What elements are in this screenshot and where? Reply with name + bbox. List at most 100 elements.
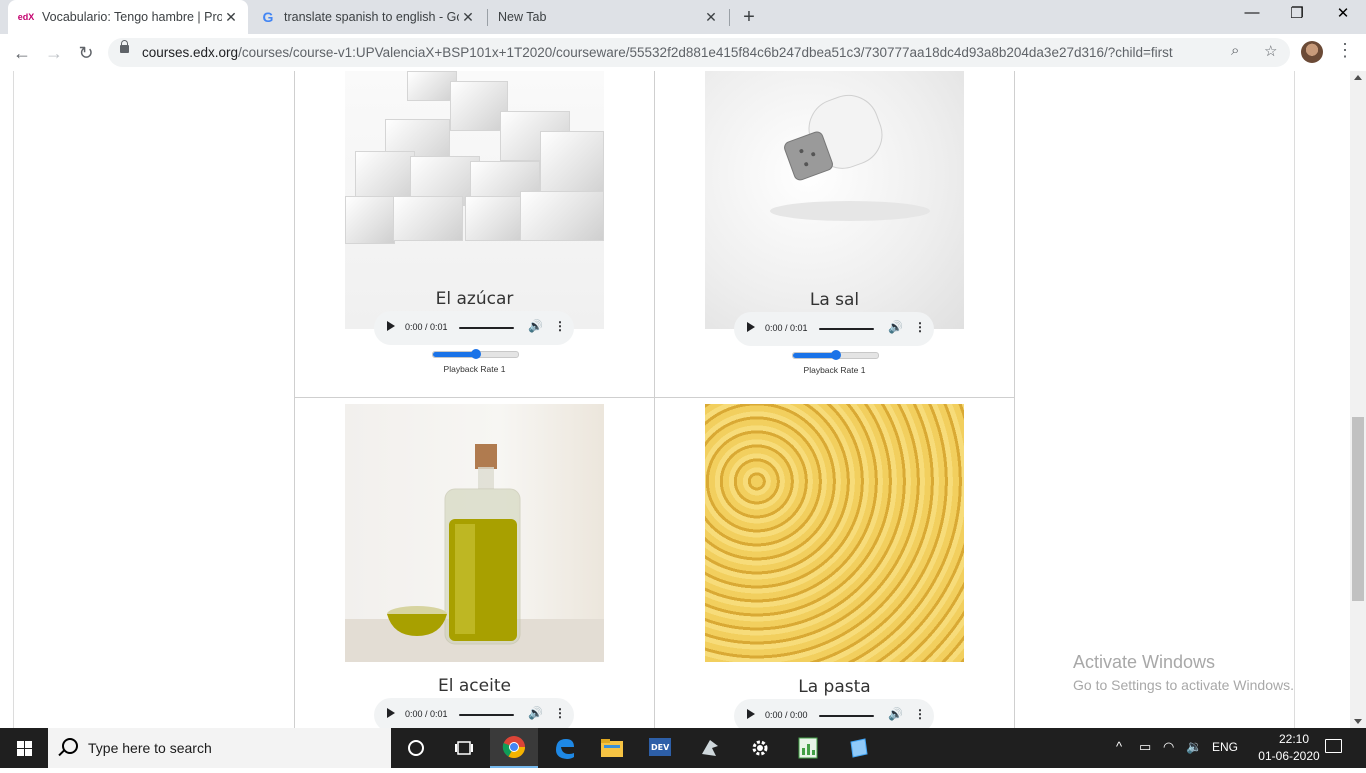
devcpp-icon[interactable]: DEV bbox=[636, 728, 684, 768]
vocab-card-oil: El aceite 0:00 / 0:01 🔊 ⋮ bbox=[295, 398, 654, 728]
zoom-icon[interactable]: ⌕ bbox=[1231, 42, 1239, 59]
close-icon[interactable]: ✕ bbox=[222, 9, 240, 26]
svg-text:DEV: DEV bbox=[651, 743, 670, 752]
app-icon[interactable] bbox=[686, 728, 734, 768]
chrome-icon[interactable] bbox=[490, 728, 538, 768]
close-icon[interactable]: ✕ bbox=[459, 9, 477, 26]
tab-strip: edX Vocabulario: Tengo hambre | Pro ✕ G … bbox=[0, 0, 1366, 34]
play-icon[interactable] bbox=[747, 709, 755, 719]
vocabulary-grid: El azúcar 0:00 / 0:01 🔊 ⋮ Playback Rate … bbox=[294, 71, 1015, 728]
pasta-image bbox=[705, 404, 964, 662]
more-options-icon[interactable]: ⋮ bbox=[914, 707, 926, 721]
volume-icon[interactable]: 🔉 bbox=[1186, 739, 1202, 755]
address-bar[interactable]: courses.edx.org/courses/course-v1:UPVale… bbox=[108, 38, 1290, 67]
tab-title: New Tab bbox=[498, 10, 547, 24]
wifi-icon[interactable]: ◠ bbox=[1163, 739, 1174, 755]
volume-icon[interactable]: 🔊 bbox=[888, 320, 903, 334]
volume-icon[interactable]: 🔊 bbox=[528, 319, 543, 333]
play-icon[interactable] bbox=[747, 322, 755, 332]
audio-player[interactable]: 0:00 / 0:00 🔊 ⋮ bbox=[734, 699, 934, 728]
scroll-down-arrow-icon[interactable] bbox=[1354, 719, 1362, 724]
play-icon[interactable] bbox=[387, 321, 395, 331]
bookmark-star-icon[interactable]: ☆ bbox=[1264, 42, 1277, 60]
menu-icon[interactable]: ⋮ bbox=[1336, 40, 1354, 61]
audio-player[interactable]: 0:00 / 0:01 🔊 ⋮ bbox=[374, 698, 574, 728]
cortana-icon[interactable] bbox=[392, 728, 440, 768]
volume-icon[interactable]: 🔊 bbox=[528, 706, 543, 720]
audio-time: 0:00 / 0:01 bbox=[765, 323, 808, 333]
audio-progress[interactable] bbox=[459, 714, 514, 716]
edx-icon: edX bbox=[17, 12, 35, 22]
audio-player[interactable]: 0:00 / 0:01 🔊 ⋮ bbox=[374, 311, 574, 345]
playback-rate-slider[interactable] bbox=[792, 350, 879, 360]
forward-icon[interactable]: → bbox=[41, 40, 67, 66]
vocab-card-sugar: El azúcar 0:00 / 0:01 🔊 ⋮ Playback Rate … bbox=[295, 71, 654, 397]
scroll-thumb[interactable] bbox=[1352, 417, 1364, 601]
spreadsheet-icon[interactable] bbox=[784, 728, 832, 768]
salt-shaker-icon bbox=[770, 94, 930, 221]
audio-player[interactable]: 0:00 / 0:01 🔊 ⋮ bbox=[734, 312, 934, 346]
restore-button[interactable]: ❐ bbox=[1274, 4, 1320, 22]
minimize-button[interactable]: — bbox=[1229, 4, 1275, 21]
new-tab-button[interactable]: + bbox=[738, 6, 760, 29]
taskbar: Type here to search DEV ^ ▭ ◠ 🔉 ENG 22:1… bbox=[0, 728, 1366, 768]
battery-icon[interactable]: ▭ bbox=[1139, 739, 1151, 755]
clock-date[interactable]: 01-06-2020 bbox=[1256, 749, 1322, 763]
show-hidden-icons-icon[interactable]: ^ bbox=[1116, 739, 1122, 754]
taskbar-search[interactable]: Type here to search bbox=[48, 728, 391, 768]
reload-icon[interactable]: ↻ bbox=[73, 40, 99, 66]
left-border bbox=[13, 71, 14, 728]
close-window-button[interactable]: ✕ bbox=[1320, 4, 1366, 22]
oil-image bbox=[345, 404, 604, 662]
url-text[interactable]: courses.edx.org/courses/course-v1:UPVale… bbox=[142, 45, 1173, 60]
rate-knob[interactable] bbox=[830, 350, 841, 360]
audio-time: 0:00 / 0:00 bbox=[765, 710, 808, 720]
volume-icon[interactable]: 🔊 bbox=[888, 707, 903, 721]
notifications-icon[interactable] bbox=[1325, 739, 1342, 753]
more-options-icon[interactable]: ⋮ bbox=[554, 319, 566, 333]
scroll-up-arrow-icon[interactable] bbox=[1354, 75, 1362, 80]
language-indicator[interactable]: ENG bbox=[1212, 740, 1238, 754]
tab-vocabulario[interactable]: edX Vocabulario: Tengo hambre | Pro ✕ bbox=[8, 0, 248, 34]
settings-icon[interactable] bbox=[736, 728, 784, 768]
tab-title: translate spanish to english - Goo bbox=[284, 10, 459, 24]
audio-progress[interactable] bbox=[459, 327, 514, 329]
audio-time: 0:00 / 0:01 bbox=[405, 709, 448, 719]
food-label: El aceite bbox=[438, 676, 511, 696]
right-border bbox=[1294, 71, 1295, 728]
task-view-icon[interactable] bbox=[440, 728, 488, 768]
rate-knob[interactable] bbox=[470, 349, 481, 359]
food-label: La sal bbox=[809, 290, 860, 310]
close-icon[interactable]: ✕ bbox=[702, 9, 720, 26]
audio-progress[interactable] bbox=[819, 328, 874, 330]
lock-icon[interactable] bbox=[120, 40, 129, 53]
google-icon: G bbox=[262, 9, 274, 25]
edge-icon[interactable] bbox=[540, 728, 588, 768]
rate-fill bbox=[433, 352, 476, 357]
start-button[interactable] bbox=[0, 728, 48, 768]
audio-time: 0:00 / 0:01 bbox=[405, 322, 448, 332]
vocab-card-salt: La sal 0:00 / 0:01 🔊 ⋮ Playback Rate 1 bbox=[655, 71, 1014, 397]
notepad-icon[interactable] bbox=[834, 728, 882, 768]
more-options-icon[interactable]: ⋮ bbox=[914, 320, 926, 334]
food-label: El azúcar bbox=[435, 289, 514, 309]
file-explorer-icon[interactable] bbox=[588, 728, 636, 768]
activation-watermark-subtitle: Go to Settings to activate Windows. bbox=[1073, 677, 1294, 693]
audio-progress[interactable] bbox=[819, 715, 874, 717]
play-icon[interactable] bbox=[387, 708, 395, 718]
profile-avatar[interactable] bbox=[1301, 41, 1323, 63]
clock-time[interactable]: 22:10 bbox=[1264, 732, 1324, 746]
tab-translate[interactable]: G translate spanish to english - Goo ✕ bbox=[250, 0, 485, 34]
back-icon[interactable]: ← bbox=[9, 40, 35, 66]
page-content: El azúcar 0:00 / 0:01 🔊 ⋮ Playback Rate … bbox=[0, 71, 1350, 728]
tab-new[interactable]: New Tab ✕ bbox=[488, 0, 728, 34]
browser-toolbar: ← → ↻ courses.edx.org/courses/course-v1:… bbox=[0, 34, 1366, 72]
page-scrollbar[interactable] bbox=[1350, 71, 1366, 728]
activation-watermark-title: Activate Windows bbox=[1073, 652, 1216, 672]
food-label: La pasta bbox=[798, 677, 871, 697]
vocab-card-pasta: La pasta 0:00 / 0:00 🔊 ⋮ bbox=[655, 398, 1014, 728]
more-options-icon[interactable]: ⋮ bbox=[554, 706, 566, 720]
playback-rate-slider[interactable] bbox=[432, 349, 519, 359]
windows-logo-icon bbox=[17, 741, 32, 756]
tab-title: Vocabulario: Tengo hambre | Pro bbox=[42, 10, 222, 24]
